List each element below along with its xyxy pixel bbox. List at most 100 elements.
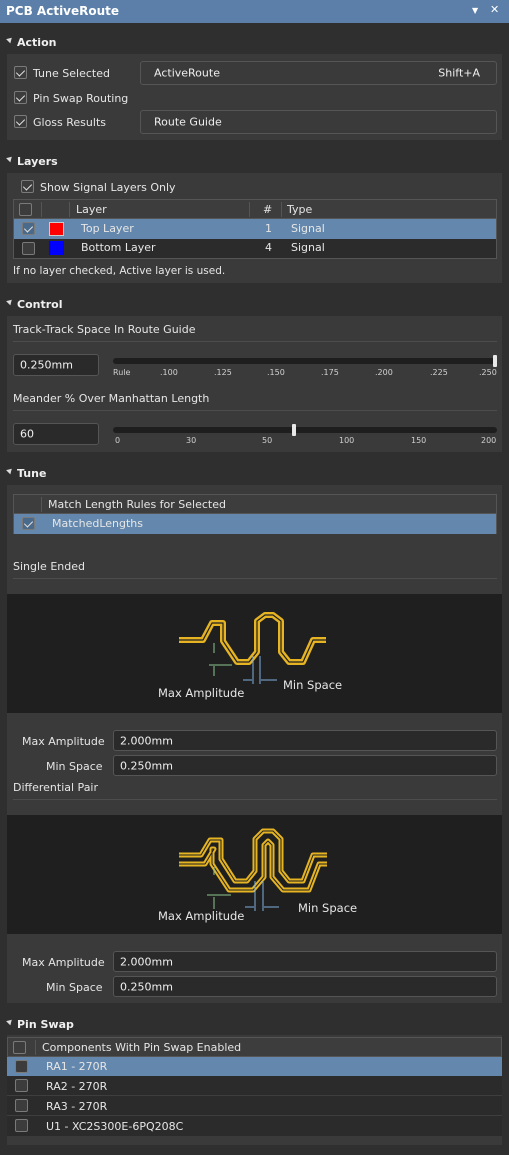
pin-swap-routing-checkbox[interactable] xyxy=(14,91,27,104)
layers-note: If no layer checked, Active layer is use… xyxy=(13,265,226,277)
track-tick-label: .200 xyxy=(375,368,393,377)
separator xyxy=(13,578,497,579)
se-max-amplitude-input[interactable]: 2.000mm xyxy=(113,730,497,751)
track-space-scale: Rule .100 .125 .150 .175 .200 .225 .250 xyxy=(113,368,497,380)
layers-table-header: Layer # Type xyxy=(13,199,497,219)
single-ended-diagram: Max Amplitude Min Space xyxy=(7,594,502,713)
pinswap-row[interactable]: U1 - XC2S300E-6PQ208C xyxy=(7,1116,502,1136)
se-min-space-label: Min Space xyxy=(46,760,103,773)
pin-swap-routing-label: Pin Swap Routing xyxy=(33,92,129,105)
pinswap-checkbox[interactable] xyxy=(15,1060,28,1073)
track-space-value: 0.250mm xyxy=(20,358,73,372)
track-tick-label: .125 xyxy=(214,368,232,377)
activeroute-button[interactable]: ActiveRoute Shift+A xyxy=(140,61,497,85)
meander-slider-thumb[interactable] xyxy=(292,424,297,436)
separator xyxy=(13,410,497,411)
layer-color-swatch-bottom[interactable] xyxy=(49,241,64,255)
section-header-control[interactable]: Control xyxy=(0,293,509,315)
section-title-pinswap: Pin Swap xyxy=(17,1018,74,1031)
column-header-type[interactable]: Type xyxy=(287,203,312,216)
differential-pair-label: Differential Pair xyxy=(13,781,99,794)
meander-tick-label: 200 xyxy=(481,436,497,445)
column-header-rules[interactable]: Match Length Rules for Selected xyxy=(48,498,226,511)
single-ended-trace-svg xyxy=(179,612,326,684)
rules-table-header: Match Length Rules for Selected xyxy=(13,494,497,514)
layer-color-swatch-top[interactable] xyxy=(49,222,64,236)
diagram-min-space: Min Space xyxy=(283,678,343,692)
rule-row[interactable]: MatchedLengths xyxy=(13,514,497,534)
pinswap-row[interactable]: RA3 - 270R xyxy=(7,1096,502,1116)
track-tick-label: .250 xyxy=(479,368,497,377)
single-ended-label: Single Ended xyxy=(13,560,85,573)
meander-slider[interactable] xyxy=(113,424,497,436)
dp-min-space-label: Min Space xyxy=(46,981,103,994)
diagram-min-space: Min Space xyxy=(298,901,358,915)
layer-row-bottom[interactable]: Bottom Layer 4 Signal xyxy=(13,239,497,259)
collapse-triangle-icon xyxy=(6,466,14,475)
collapse-triangle-icon xyxy=(6,35,14,44)
track-tick-label: .150 xyxy=(267,368,285,377)
layers-select-all-checkbox[interactable] xyxy=(19,203,32,216)
meander-tick-label: 100 xyxy=(339,436,355,445)
tune-selected-label: Tune Selected xyxy=(33,67,110,80)
track-space-input[interactable]: 0.250mm xyxy=(13,354,99,376)
se-max-amplitude-label: Max Amplitude xyxy=(22,735,105,748)
layer-checkbox-top[interactable] xyxy=(22,222,35,235)
section-header-pinswap[interactable]: Pin Swap xyxy=(0,1013,509,1035)
column-header-layer[interactable]: Layer xyxy=(76,203,107,216)
layer-name: Top Layer xyxy=(81,222,134,235)
track-space-slider[interactable] xyxy=(113,355,497,367)
pinswap-checkbox[interactable] xyxy=(15,1079,28,1092)
collapse-triangle-icon xyxy=(6,154,14,163)
pinswap-select-all-checkbox[interactable] xyxy=(13,1041,26,1054)
rule-checkbox[interactable] xyxy=(22,517,35,530)
pinswap-row[interactable]: RA2 - 270R xyxy=(7,1076,502,1096)
meander-tick-label: 150 xyxy=(411,436,427,445)
section-header-layers[interactable]: Layers xyxy=(0,150,509,172)
se-min-space-input[interactable]: 0.250mm xyxy=(113,755,497,776)
route-guide-button[interactable]: Route Guide xyxy=(140,110,497,134)
dp-max-amplitude-label: Max Amplitude xyxy=(22,956,105,969)
layer-type: Signal xyxy=(291,222,325,235)
window-titlebar: PCB ActiveRoute ▼ ✕ xyxy=(0,0,509,23)
column-header-components[interactable]: Components With Pin Swap Enabled xyxy=(42,1041,241,1054)
meander-tick-label: 0 xyxy=(115,436,121,445)
pin-icon[interactable]: ▼ xyxy=(472,6,478,15)
component-name: RA2 - 270R xyxy=(46,1080,108,1093)
pinswap-checkbox[interactable] xyxy=(15,1119,28,1132)
track-tick-label: .175 xyxy=(321,368,339,377)
dp-min-space-input[interactable]: 0.250mm xyxy=(113,976,497,997)
show-signal-layers-checkbox[interactable] xyxy=(21,180,34,193)
collapse-triangle-icon xyxy=(6,1017,14,1026)
layer-name: Bottom Layer xyxy=(81,241,156,254)
separator xyxy=(13,341,497,342)
layer-row-top[interactable]: Top Layer 1 Signal xyxy=(13,219,497,239)
meander-tick-label: 50 xyxy=(262,436,273,445)
gloss-results-checkbox[interactable] xyxy=(14,115,27,128)
pinswap-checkbox[interactable] xyxy=(15,1099,28,1112)
tune-selected-checkbox[interactable] xyxy=(14,66,27,79)
show-signal-layers-label: Show Signal Layers Only xyxy=(40,181,176,194)
track-tick-label: .100 xyxy=(160,368,178,377)
layer-checkbox-bottom[interactable] xyxy=(22,242,35,255)
se-min-space-value: 0.250mm xyxy=(120,759,173,772)
track-space-slider-thumb[interactable] xyxy=(493,355,497,367)
meander-tick-label: 30 xyxy=(186,436,197,445)
layer-type: Signal xyxy=(291,241,325,254)
column-header-number[interactable]: # xyxy=(263,203,272,216)
section-header-tune[interactable]: Tune xyxy=(0,462,509,484)
dp-max-amplitude-input[interactable]: 2.000mm xyxy=(113,951,497,972)
meander-input[interactable]: 60 xyxy=(13,423,99,445)
section-header-action[interactable]: Action xyxy=(0,31,509,53)
section-title-control: Control xyxy=(17,298,63,311)
pinswap-table-header: Components With Pin Swap Enabled xyxy=(7,1037,502,1057)
column-divider xyxy=(41,202,42,217)
track-tick-label: Rule xyxy=(113,368,131,377)
separator xyxy=(13,799,497,800)
pinswap-row[interactable]: RA1 - 270R xyxy=(7,1057,502,1076)
differential-pair-diagram: Max Amplitude Min Space xyxy=(7,815,502,934)
activeroute-button-label: ActiveRoute xyxy=(154,66,220,80)
track-space-label: Track-Track Space In Route Guide xyxy=(13,323,196,336)
close-icon[interactable]: ✕ xyxy=(490,3,499,16)
component-name: RA1 - 270R xyxy=(46,1060,108,1073)
